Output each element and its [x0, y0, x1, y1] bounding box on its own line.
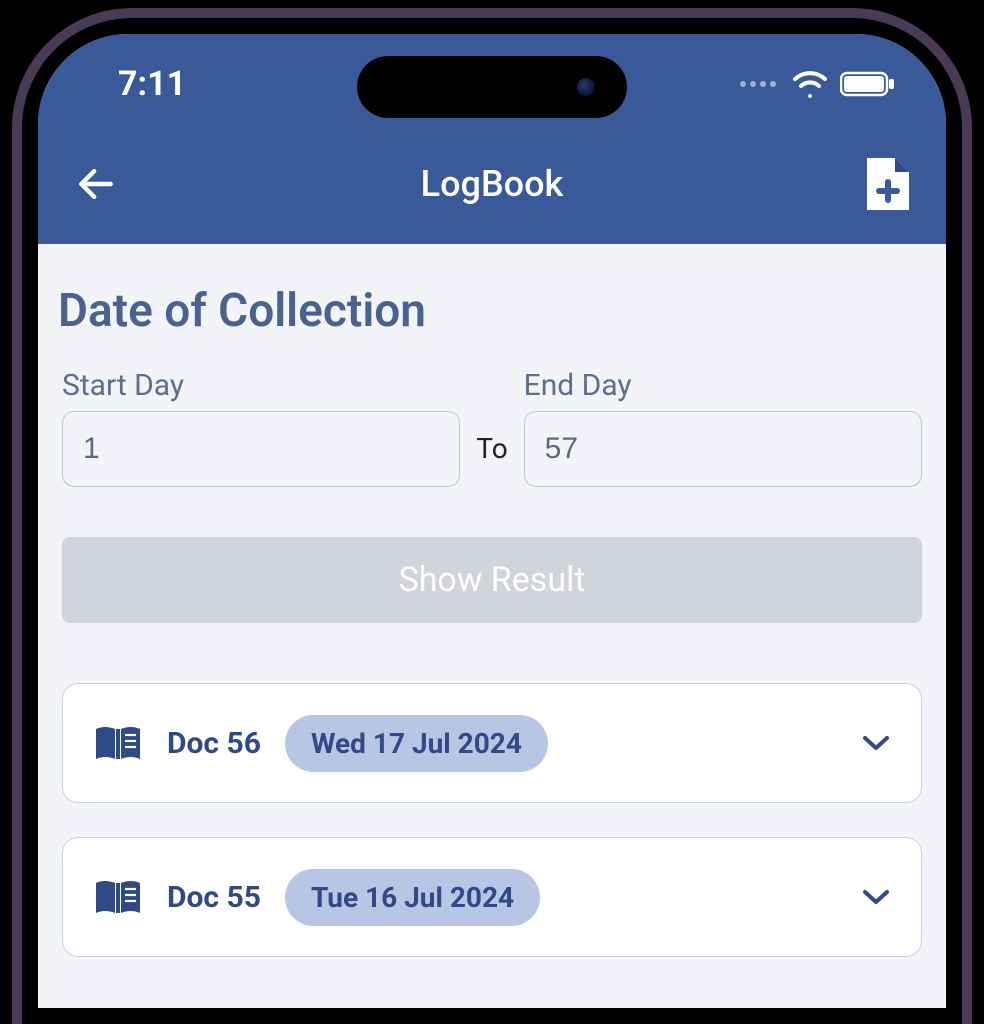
- status-indicators: [738, 70, 896, 98]
- document-date-badge: Tue 16 Jul 2024: [285, 869, 540, 926]
- battery-icon: [840, 71, 896, 97]
- show-result-label: Show Result: [399, 560, 586, 600]
- book-icon: [93, 723, 143, 763]
- device-frame: 7:11: [0, 0, 984, 1024]
- chevron-down-icon[interactable]: [861, 733, 891, 753]
- end-day-label: End Day: [524, 368, 922, 403]
- camera-icon: [577, 78, 595, 96]
- clock: 7:11: [118, 64, 186, 104]
- document-name: Doc 56: [167, 726, 261, 761]
- back-button[interactable]: [66, 154, 126, 214]
- start-day-label: Start Day: [62, 368, 460, 403]
- chevron-down-icon[interactable]: [861, 887, 891, 907]
- dynamic-island: [357, 56, 627, 118]
- device-bezel: 7:11: [12, 8, 972, 1024]
- start-day-input[interactable]: [62, 411, 460, 487]
- content-area: Date of Collection Start Day To End Day …: [38, 244, 946, 957]
- app-bar: LogBook: [38, 134, 946, 244]
- start-day-group: Start Day: [62, 368, 460, 487]
- document-card[interactable]: Doc 56 Wed 17 Jul 2024: [62, 683, 922, 803]
- screen: 7:11: [38, 34, 946, 1008]
- add-document-button[interactable]: [858, 154, 918, 214]
- end-day-group: End Day: [524, 368, 922, 487]
- wifi-icon: [792, 70, 828, 98]
- section-title: Date of Collection: [48, 264, 936, 368]
- arrow-left-icon: [74, 162, 118, 206]
- document-card[interactable]: Doc 55 Tue 16 Jul 2024: [62, 837, 922, 957]
- end-day-input[interactable]: [524, 411, 922, 487]
- book-icon: [93, 877, 143, 917]
- document-name: Doc 55: [167, 880, 261, 915]
- show-result-button[interactable]: Show Result: [62, 537, 922, 623]
- document-list: Doc 56 Wed 17 Jul 2024: [48, 623, 936, 957]
- to-label: To: [476, 432, 507, 487]
- cellular-dots-icon: [738, 75, 780, 93]
- page-title: LogBook: [126, 163, 858, 205]
- document-date-badge: Wed 17 Jul 2024: [285, 715, 548, 772]
- date-range-filter: Start Day To End Day: [48, 368, 936, 487]
- file-plus-icon: [865, 156, 911, 212]
